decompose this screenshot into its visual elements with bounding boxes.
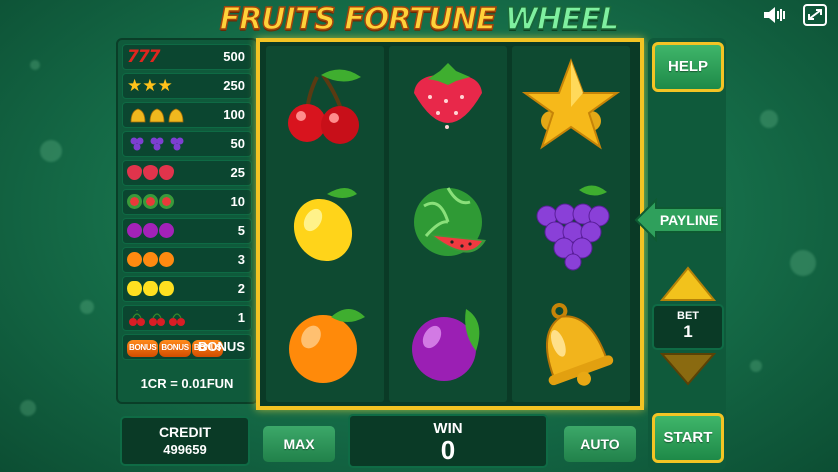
grapes-icon — [127, 134, 189, 154]
bet-panel: BET 1 — [652, 304, 724, 350]
reels-frame — [256, 38, 644, 410]
payout-value: 250 — [223, 78, 245, 93]
bet-label: BET — [677, 310, 699, 322]
paytable-row-plum: 5 — [122, 218, 252, 244]
cherry-icon — [266, 46, 384, 164]
payout-value: BONUS — [198, 339, 245, 354]
payout-value: 25 — [230, 165, 245, 180]
bell-icon — [127, 105, 187, 125]
payout-value: 10 — [230, 194, 245, 209]
bet-value: 1 — [683, 322, 693, 341]
payout-value: 50 — [230, 136, 245, 151]
reel-3 — [512, 46, 630, 402]
payout-value: 1 — [237, 310, 245, 325]
paytable-row-seven: 777 500 — [122, 44, 252, 70]
seven-icon: 777 — [127, 47, 160, 67]
watermelon-icon — [127, 192, 174, 212]
paytable-row-star: ★★★ 250 — [122, 73, 252, 99]
payout-value: 2 — [237, 281, 245, 296]
paytable-row-strawberry: 25 — [122, 160, 252, 186]
payout-value: 100 — [223, 107, 245, 122]
arrow-up-icon — [659, 266, 717, 301]
paytable-row-lemon: 2 — [122, 276, 252, 302]
credit-label: CREDIT — [158, 424, 212, 440]
watermelon-icon — [389, 165, 507, 283]
lemon-icon — [266, 165, 384, 283]
help-button[interactable]: HELP — [652, 42, 724, 92]
auto-spin-button[interactable]: AUTO — [564, 426, 636, 462]
reel-1 — [266, 46, 384, 402]
win-value: 0 — [440, 435, 456, 465]
lemon-icon — [127, 279, 174, 299]
bet-increase-button[interactable] — [659, 266, 717, 302]
paytable-row-bell: 100 — [122, 102, 252, 128]
paytable-row-grapes: 50 — [122, 131, 252, 157]
payout-value: 500 — [223, 49, 245, 64]
credit-value: 499659 — [163, 442, 207, 457]
payout-value: 3 — [237, 252, 245, 267]
paytable: 777 500 ★★★ 250 100 50 25 10 5 3 2 1 BON… — [116, 38, 258, 404]
paytable-row-watermelon: 10 — [122, 189, 252, 215]
paytable-row-orange: 3 — [122, 247, 252, 273]
win-panel: WIN 0 — [348, 414, 548, 468]
paytable-row-bonus: BONUS BONUS BONUS BONUS — [122, 334, 252, 360]
start-spin-button[interactable]: START — [652, 413, 724, 463]
bell-icon — [512, 284, 630, 402]
strawberry-icon — [389, 46, 507, 164]
fullscreen-icon[interactable] — [802, 4, 828, 26]
orange-icon — [266, 284, 384, 402]
credit-rate: 1CR = 0.01FUN — [140, 376, 234, 391]
payout-value: 5 — [237, 223, 245, 238]
strawberry-icon — [127, 163, 174, 183]
bet-decrease-button[interactable] — [659, 352, 717, 386]
plum-icon — [389, 284, 507, 402]
star-icon — [512, 46, 630, 164]
right-control-bar — [648, 38, 726, 470]
game-title: FRUITS FORTUNE WHEEL — [0, 0, 838, 40]
payline-indicator: PAYLINE — [634, 198, 726, 242]
reel-2 — [389, 46, 507, 402]
credit-panel: CREDIT 499659 — [120, 416, 250, 466]
arrow-down-icon — [659, 353, 717, 386]
plum-icon — [127, 221, 174, 241]
orange-icon — [127, 250, 174, 270]
title-part-1: FRUITS FORTUNE — [219, 1, 497, 38]
speaker-icon[interactable] — [762, 4, 788, 26]
payline-label: PAYLINE — [659, 212, 719, 228]
paytable-row-cherry: 1 — [122, 305, 252, 331]
max-bet-button[interactable]: MAX — [263, 426, 335, 462]
grapes-icon — [512, 165, 630, 283]
title-part-2: WHEEL — [504, 1, 620, 38]
star-icon: ★★★ — [127, 76, 173, 95]
cherry-icon — [127, 308, 189, 328]
